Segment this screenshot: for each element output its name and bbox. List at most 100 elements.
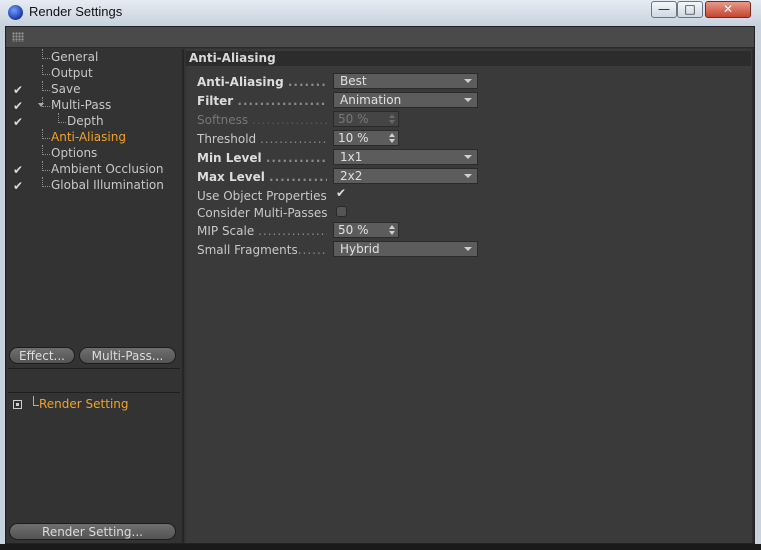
max-level-row: Max Level ........... 2x2 bbox=[186, 168, 751, 186]
settings-sidebar: General Output ✔ Save ✔ Multi-Pass ✔ Depth Anti-… bbox=[8, 49, 180, 543]
tree-connector bbox=[42, 81, 50, 91]
tree-item-label: Save bbox=[51, 82, 81, 96]
filter-value: Animation bbox=[340, 93, 402, 107]
min-level-row: Min Level ............ 1x1 bbox=[186, 149, 751, 167]
render-settings-window: Render Settings — □ ✕ General Output ✔ Save… bbox=[0, 0, 761, 550]
use-object-properties-row: Use Object Properties bbox=[186, 186, 751, 205]
minimize-button[interactable]: — bbox=[651, 1, 677, 18]
tree-connector bbox=[33, 396, 39, 406]
divider bbox=[8, 368, 180, 369]
max-level-dropdown[interactable]: 2x2 bbox=[333, 168, 478, 184]
softness-row: Softness .................. 50 % bbox=[186, 111, 751, 129]
min-level-dropdown[interactable]: 1x1 bbox=[333, 149, 478, 165]
attributes-panel: Anti-Aliasing Anti-Aliasing ........ Bes… bbox=[186, 49, 754, 543]
threshold-field[interactable]: 10 % bbox=[333, 130, 399, 146]
section-header: Anti-Aliasing bbox=[186, 51, 751, 66]
tree-item-label: Ambient Occlusion bbox=[51, 162, 164, 176]
anti-aliasing-dropdown[interactable]: Best bbox=[333, 73, 478, 89]
anti-aliasing-label: Anti-Aliasing ........ bbox=[197, 75, 327, 89]
filter-label-text: Filter bbox=[197, 94, 234, 108]
tree-connector bbox=[42, 161, 50, 171]
spinner-icon[interactable] bbox=[389, 133, 395, 143]
title-bar[interactable]: Render Settings — □ ✕ bbox=[0, 0, 761, 26]
expand-arrow-icon[interactable] bbox=[38, 103, 44, 107]
tree-item-general[interactable]: General bbox=[8, 49, 180, 65]
panel-grip-bar[interactable] bbox=[6, 27, 754, 48]
close-button[interactable]: ✕ bbox=[705, 1, 751, 18]
close-icon: ✕ bbox=[722, 2, 734, 16]
tree-connector bbox=[42, 49, 50, 59]
panel-scrollbar[interactable] bbox=[752, 49, 754, 543]
small-fragments-label: Small Fragments...... bbox=[197, 243, 327, 257]
divider bbox=[8, 392, 180, 393]
mip-scale-row: MIP Scale ............... 50 % bbox=[186, 222, 751, 240]
settings-tree: General Output ✔ Save ✔ Multi-Pass ✔ Depth Anti-… bbox=[8, 49, 180, 193]
threshold-label: Threshold ............... bbox=[197, 132, 327, 146]
max-level-value: 2x2 bbox=[340, 169, 363, 183]
tree-item-anti-aliasing[interactable]: Anti-Aliasing bbox=[8, 129, 180, 145]
chevron-down-icon bbox=[464, 247, 472, 251]
use-object-properties-label: Use Object Properties bbox=[197, 189, 327, 203]
consider-multi-passes-checkbox[interactable] bbox=[336, 206, 347, 217]
tree-item-global-illumination[interactable]: ✔ Global Illumination bbox=[8, 177, 180, 193]
small-fragments-value: Hybrid bbox=[340, 242, 380, 256]
tree-item-label: Output bbox=[51, 66, 93, 80]
render-setting-button[interactable]: Render Setting... bbox=[9, 523, 176, 540]
tree-item-ambient-occlusion[interactable]: ✔ Ambient Occlusion bbox=[8, 161, 180, 177]
min-level-label-text: Min Level bbox=[197, 151, 262, 165]
filter-dropdown[interactable]: Animation bbox=[333, 92, 478, 108]
maximize-button[interactable]: □ bbox=[677, 1, 703, 18]
filter-label: Filter .................... bbox=[197, 94, 327, 108]
threshold-label-text: Threshold bbox=[197, 132, 257, 146]
effect-button[interactable]: Effect... bbox=[9, 347, 75, 364]
softness-value: 50 % bbox=[338, 112, 369, 126]
small-fragments-row: Small Fragments...... Hybrid bbox=[186, 241, 751, 259]
tree-item-output[interactable]: Output bbox=[8, 65, 180, 81]
mip-scale-label: MIP Scale ............... bbox=[197, 224, 327, 238]
panel-splitter[interactable] bbox=[182, 49, 184, 543]
multipass-button[interactable]: Multi-Pass... bbox=[79, 347, 176, 364]
max-level-label-text: Max Level bbox=[197, 170, 265, 184]
window-title: Render Settings bbox=[29, 4, 123, 19]
chevron-down-icon bbox=[464, 155, 472, 159]
tree-item-label: General bbox=[51, 50, 99, 64]
spinner-icon bbox=[389, 114, 395, 124]
max-level-label: Max Level ........... bbox=[197, 170, 327, 184]
checkmark-icon[interactable]: ✔ bbox=[13, 82, 23, 98]
anti-aliasing-row: Anti-Aliasing ........ Best bbox=[186, 73, 751, 91]
consider-multi-passes-row: Consider Multi-Passes bbox=[186, 204, 751, 222]
taskbar-strip bbox=[0, 544, 761, 550]
tree-item-options[interactable]: Options bbox=[8, 145, 180, 161]
grip-icon[interactable] bbox=[12, 32, 24, 42]
small-fragments-dropdown[interactable]: Hybrid bbox=[333, 241, 478, 257]
tree-connector bbox=[42, 65, 50, 75]
softness-label: Softness .................. bbox=[197, 113, 327, 127]
tree-connector bbox=[42, 145, 50, 155]
checkmark-icon[interactable]: ✔ bbox=[13, 178, 23, 194]
checkmark-icon[interactable]: ✔ bbox=[13, 98, 23, 114]
mip-scale-value: 50 % bbox=[338, 223, 369, 237]
tree-item-save[interactable]: ✔ Save bbox=[8, 81, 180, 97]
use-object-properties-checkbox[interactable] bbox=[336, 186, 347, 200]
tree-item-multi-pass[interactable]: ✔ Multi-Pass bbox=[8, 97, 180, 113]
threshold-row: Threshold ............... 10 % bbox=[186, 130, 751, 148]
anti-aliasing-value: Best bbox=[340, 74, 367, 88]
cinema4d-app-icon bbox=[8, 5, 23, 20]
threshold-value: 10 % bbox=[338, 131, 369, 145]
small-fragments-label-text: Small Fragments bbox=[197, 243, 298, 257]
checkmark-icon[interactable]: ✔ bbox=[13, 162, 23, 178]
render-setting-item[interactable]: Render Setting bbox=[8, 396, 180, 412]
mip-scale-field[interactable]: 50 % bbox=[333, 222, 399, 238]
tree-item-label: Options bbox=[51, 146, 98, 160]
tree-connector bbox=[42, 177, 50, 187]
softness-field: 50 % bbox=[333, 111, 399, 127]
chevron-down-icon bbox=[464, 98, 472, 102]
anti-aliasing-label-text: Anti-Aliasing bbox=[197, 75, 284, 89]
mip-scale-label-text: MIP Scale bbox=[197, 224, 255, 238]
tree-connector bbox=[42, 129, 50, 139]
tree-item-label: Depth bbox=[67, 114, 104, 128]
checkmark-icon[interactable]: ✔ bbox=[13, 114, 23, 130]
filter-row: Filter .................... Animation bbox=[186, 92, 751, 110]
spinner-icon[interactable] bbox=[389, 225, 395, 235]
tree-item-depth[interactable]: ✔ Depth bbox=[8, 113, 180, 129]
